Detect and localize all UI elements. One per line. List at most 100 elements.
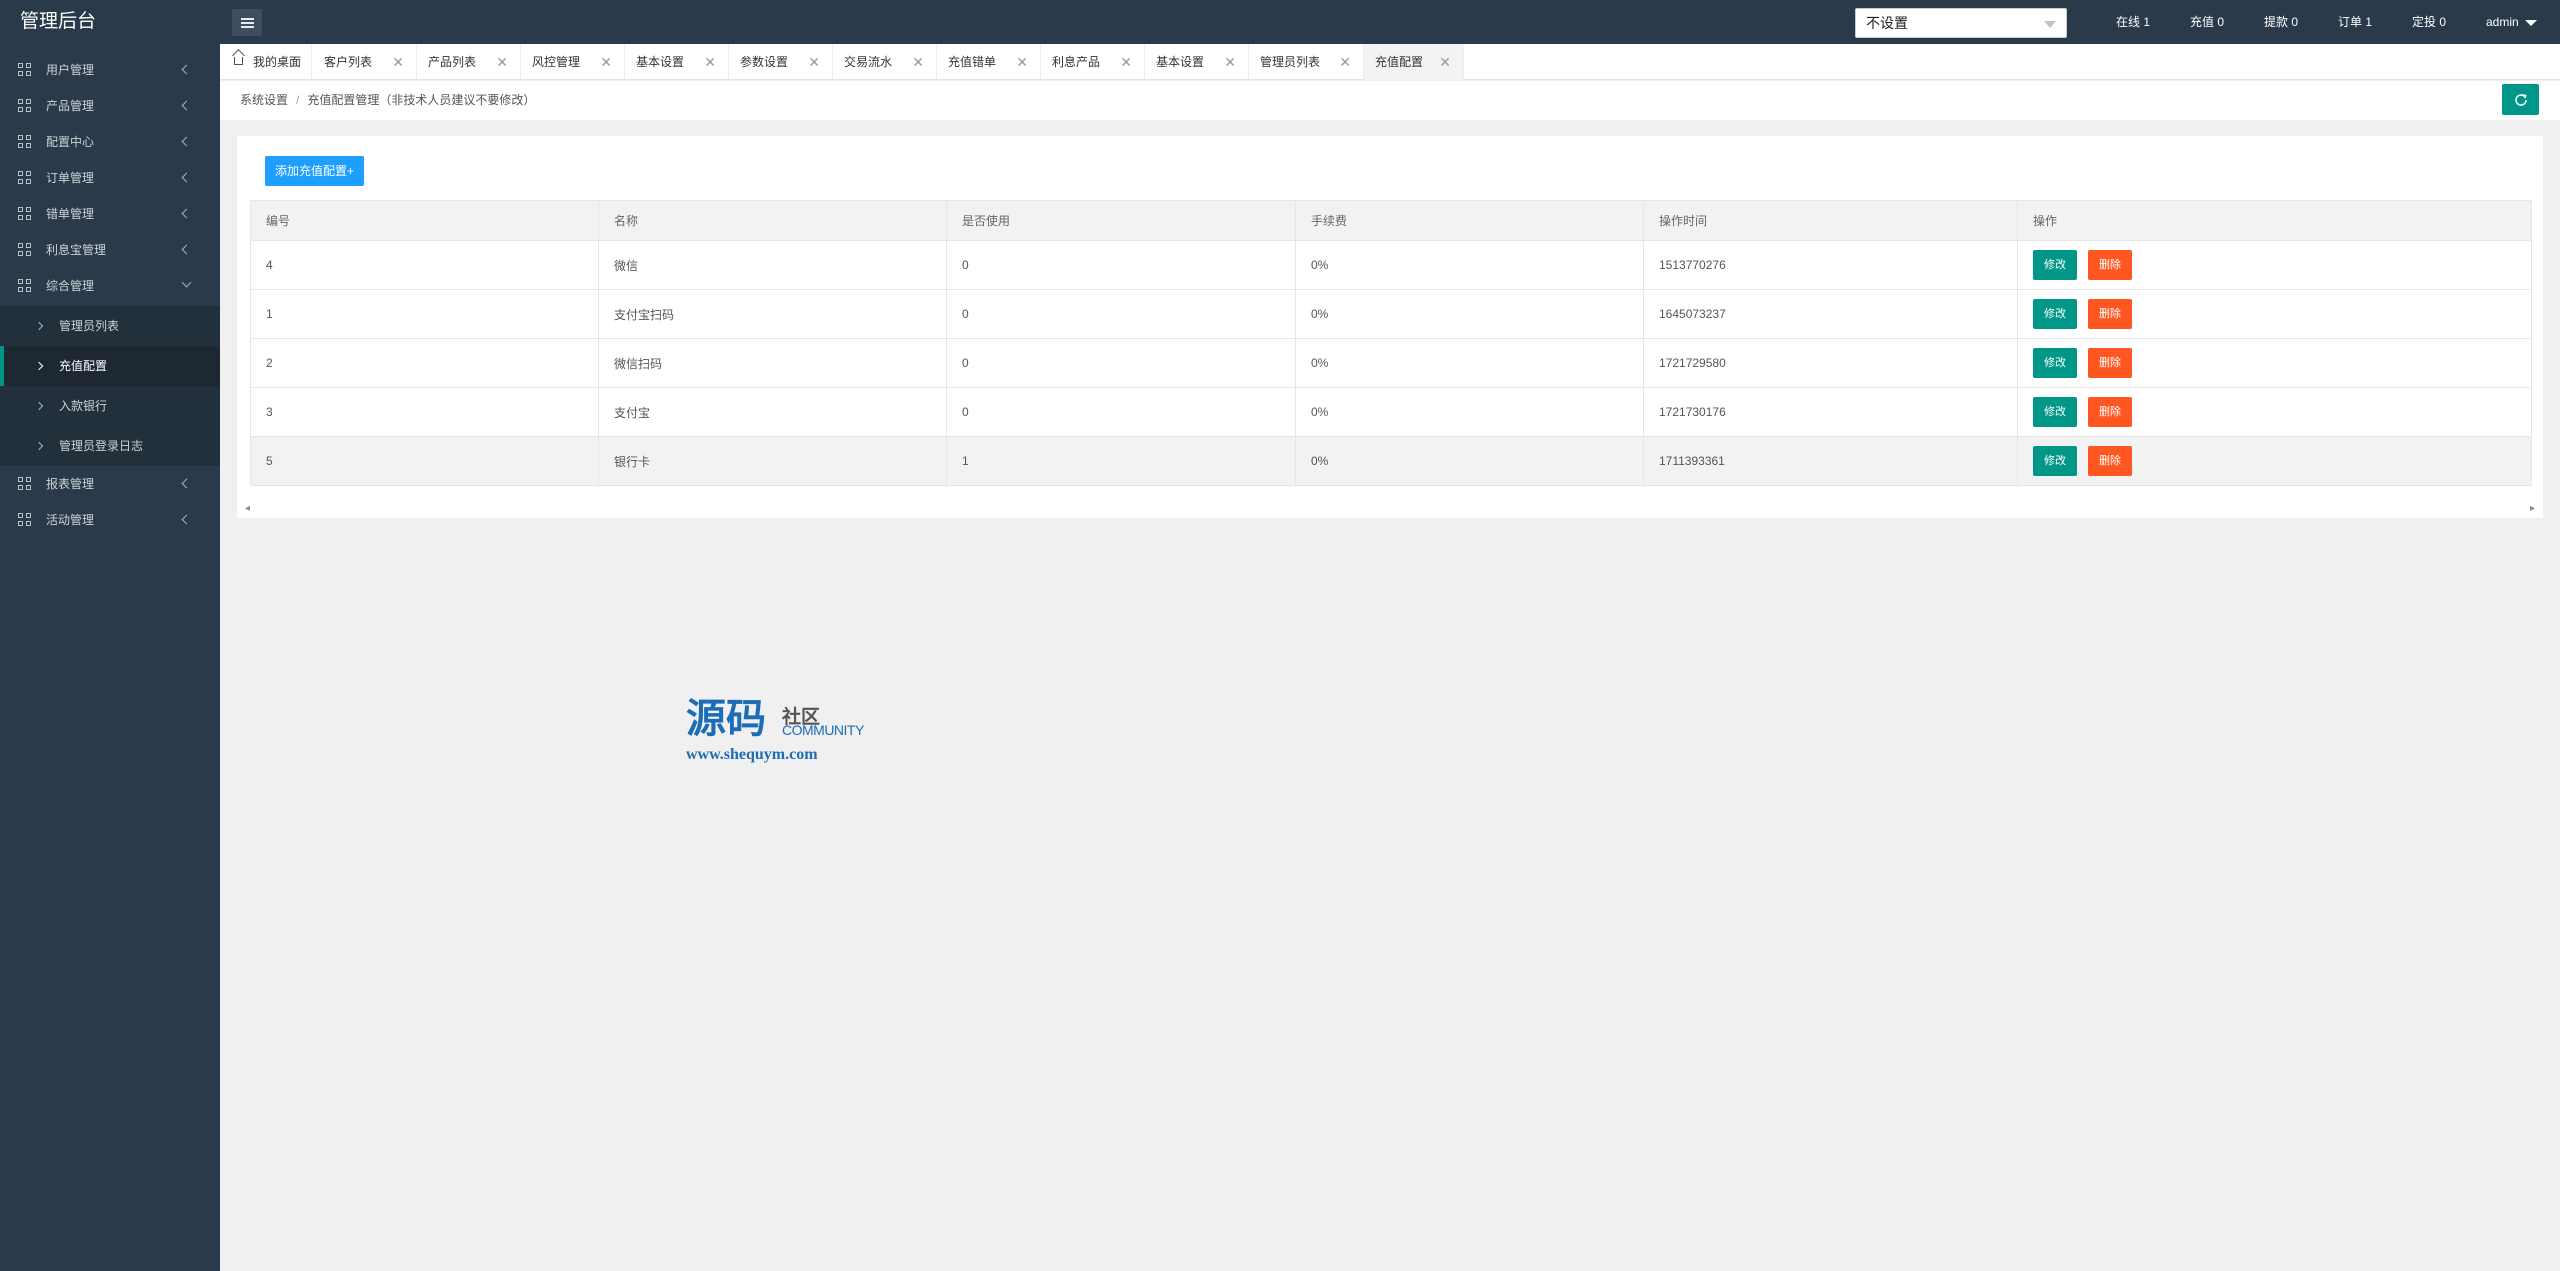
delete-button[interactable]: 删除 — [2088, 250, 2132, 280]
tab-label: 产品列表 — [428, 55, 477, 69]
sidebar-item-activity-management[interactable]: 活动管理 — [0, 502, 220, 538]
sidebar-subitem-label: 入款银行 — [59, 399, 108, 413]
tab-recharge-errors[interactable]: 充值错单 ✕ — [937, 44, 1041, 80]
table-header-row: 编号 名称 是否使用 手续费 操作时间 操作 — [250, 200, 2532, 241]
scroll-right-icon[interactable]: ▸ — [2530, 503, 2535, 514]
column-header-actions: 操作 — [2017, 200, 2532, 241]
table-row: 1 支付宝扫码 0 0% 1645073237 修改 删除 — [250, 289, 2532, 339]
cell-fee: 0% — [1295, 387, 1644, 437]
top-select-dropdown[interactable]: 不设置 — [1855, 8, 2067, 38]
close-icon[interactable]: ✕ — [1224, 44, 1236, 80]
tab-customer-list[interactable]: 客户列表 ✕ — [313, 44, 417, 80]
add-recharge-config-button[interactable]: 添加充值配置+ — [265, 156, 364, 186]
grid-icon — [18, 171, 32, 185]
scroll-left-icon[interactable]: ◂ — [245, 503, 250, 514]
stat-recharge[interactable]: 充值 0 — [2190, 0, 2224, 44]
close-icon[interactable]: ✕ — [1439, 44, 1451, 80]
recharge-config-table: 编号 名称 是否使用 手续费 操作时间 操作 4 微信 0 0% 1513770… — [250, 200, 2532, 486]
column-header-time: 操作时间 — [1643, 200, 2018, 241]
close-icon[interactable]: ✕ — [808, 44, 820, 80]
close-icon[interactable]: ✕ — [392, 44, 404, 80]
column-header-id: 编号 — [250, 200, 599, 241]
sidebar-item-user-management[interactable]: 用户管理 — [0, 52, 220, 88]
close-icon[interactable]: ✕ — [496, 44, 508, 80]
tab-recharge-config[interactable]: 充值配置 ✕ — [1364, 44, 1464, 80]
edit-button[interactable]: 修改 — [2033, 446, 2077, 476]
sidebar-item-interest-management[interactable]: 利息宝管理 — [0, 232, 220, 268]
edit-button[interactable]: 修改 — [2033, 299, 2077, 329]
cell-actions: 修改 删除 — [2017, 240, 2532, 290]
tab-basic-settings-2[interactable]: 基本设置 ✕ — [1145, 44, 1249, 80]
stat-online[interactable]: 在线 1 — [2116, 0, 2150, 44]
table-row: 2 微信扫码 0 0% 1721729580 修改 删除 — [250, 338, 2532, 388]
cell-name: 微信 — [598, 240, 947, 290]
table-row: 5 银行卡 1 0% 1711393361 修改 删除 — [250, 436, 2532, 486]
tab-admin-list[interactable]: 管理员列表 ✕ — [1249, 44, 1364, 80]
grid-icon — [18, 279, 32, 293]
stat-orders[interactable]: 订单 1 — [2338, 0, 2372, 44]
close-icon[interactable]: ✕ — [600, 44, 612, 80]
home-icon — [234, 57, 243, 65]
cell-id: 3 — [250, 387, 599, 437]
sidebar-subitem-admin-list[interactable]: 管理员列表 — [0, 306, 220, 346]
sidebar-item-product-management[interactable]: 产品管理 — [0, 88, 220, 124]
tab-label: 风控管理 — [532, 55, 581, 69]
breadcrumb-root[interactable]: 系统设置 — [240, 93, 288, 107]
sidebar-item-label: 配置中心 — [46, 135, 95, 149]
close-icon[interactable]: ✕ — [704, 44, 716, 80]
sidebar-subitem-admin-login-log[interactable]: 管理员登录日志 — [0, 426, 220, 466]
menu-toggle-button[interactable] — [232, 9, 262, 36]
tab-param-settings[interactable]: 参数设置 ✕ — [729, 44, 833, 80]
stat-investment[interactable]: 定投 0 — [2412, 0, 2446, 44]
horizontal-scrollbar[interactable]: ◂ ▸ — [237, 503, 2543, 517]
tab-interest-products[interactable]: 利息产品 ✕ — [1041, 44, 1145, 80]
tab-transactions[interactable]: 交易流水 ✕ — [833, 44, 937, 80]
sidebar-item-config-center[interactable]: 配置中心 — [0, 124, 220, 160]
sidebar-subitem-deposit-bank[interactable]: 入款银行 — [0, 386, 220, 426]
cell-enabled: 0 — [946, 387, 1296, 437]
tab-bar: 我的桌面 客户列表 ✕ 产品列表 ✕ 风控管理 ✕ 基本设置 ✕ 参数设置 ✕ 交易流水 ✕… — [220, 44, 2560, 80]
app-title: 管理后台 — [20, 11, 97, 32]
close-icon[interactable]: ✕ — [1016, 44, 1028, 80]
sidebar-item-error-orders[interactable]: 错单管理 — [0, 196, 220, 232]
tab-product-list[interactable]: 产品列表 ✕ — [417, 44, 521, 80]
delete-button[interactable]: 删除 — [2088, 348, 2132, 378]
grid-icon — [18, 207, 32, 221]
close-icon[interactable]: ✕ — [1120, 44, 1132, 80]
user-menu[interactable]: admin — [2486, 0, 2537, 44]
grid-icon — [18, 243, 32, 257]
edit-button[interactable]: 修改 — [2033, 397, 2077, 427]
cell-name: 银行卡 — [598, 436, 947, 486]
refresh-button[interactable] — [2502, 84, 2539, 115]
cell-time: 1721729580 — [1643, 338, 2018, 388]
tab-risk-control[interactable]: 风控管理 ✕ — [521, 44, 625, 80]
cell-fee: 0% — [1295, 436, 1644, 486]
close-icon[interactable]: ✕ — [1339, 44, 1351, 80]
hamburger-icon — [240, 17, 254, 28]
chevron-down-icon — [2524, 19, 2537, 26]
stat-withdraw[interactable]: 提款 0 — [2264, 0, 2298, 44]
delete-button[interactable]: 删除 — [2088, 397, 2132, 427]
cell-actions: 修改 删除 — [2017, 338, 2532, 388]
breadcrumb-separator: / — [296, 93, 300, 107]
cell-time: 1711393361 — [1643, 436, 2018, 486]
sidebar-subitem-label: 管理员登录日志 — [59, 439, 144, 453]
tab-my-desktop[interactable]: 我的桌面 — [220, 44, 312, 80]
edit-button[interactable]: 修改 — [2033, 250, 2077, 280]
delete-button[interactable]: 删除 — [2088, 299, 2132, 329]
cell-time: 1513770276 — [1643, 240, 2018, 290]
close-icon[interactable]: ✕ — [912, 44, 924, 80]
chevron-left-icon — [181, 244, 192, 255]
tab-label: 利息产品 — [1052, 55, 1101, 69]
edit-button[interactable]: 修改 — [2033, 348, 2077, 378]
top-header: 管理后台 不设置 在线 1 充值 0 提款 0 订单 1 定投 0 admin — [0, 0, 2560, 44]
sidebar-item-order-management[interactable]: 订单管理 — [0, 160, 220, 196]
tab-basic-settings[interactable]: 基本设置 ✕ — [625, 44, 729, 80]
chevron-left-icon — [181, 208, 192, 219]
delete-button[interactable]: 删除 — [2088, 446, 2132, 476]
sidebar-subitem-recharge-config[interactable]: 充值配置 — [0, 346, 220, 386]
sidebar-item-general-management[interactable]: 综合管理 — [0, 268, 220, 304]
grid-icon — [18, 63, 32, 77]
cell-fee: 0% — [1295, 338, 1644, 388]
sidebar-item-report-management[interactable]: 报表管理 — [0, 466, 220, 502]
